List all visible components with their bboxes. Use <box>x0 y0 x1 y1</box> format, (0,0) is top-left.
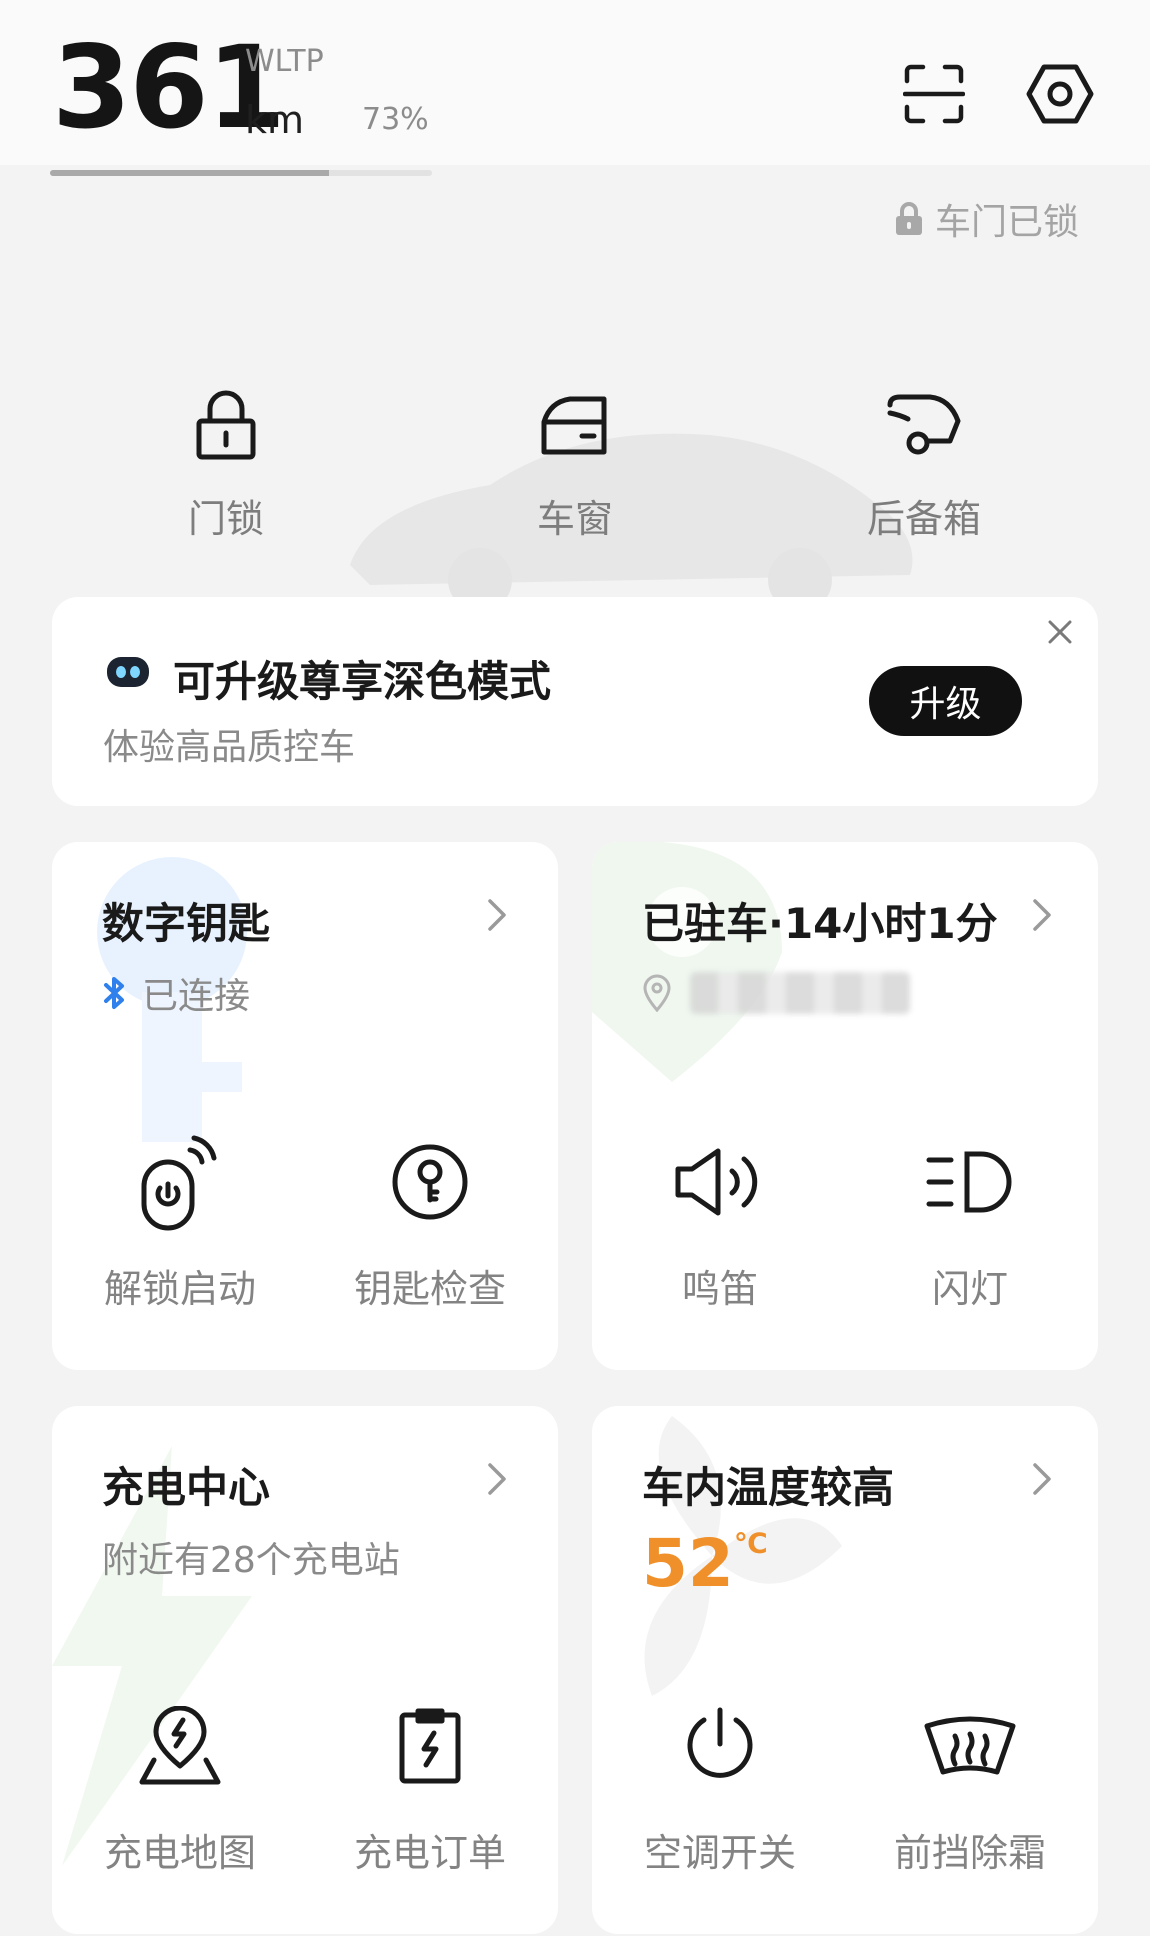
key-check-button[interactable]: 钥匙检查 <box>330 1132 530 1313</box>
battery-bar <box>50 170 432 176</box>
trunk-icon <box>887 394 961 455</box>
card-title: 数字钥匙 <box>102 899 271 948</box>
cabin-temperature: 52℃ <box>642 1524 768 1604</box>
scan-icon <box>903 64 965 124</box>
door-status: 车门已锁 <box>895 193 1079 245</box>
action-label: 空调开关 <box>643 1831 796 1875</box>
horn-button[interactable]: 鸣笛 <box>620 1132 820 1313</box>
parking-card[interactable]: 已驻车·14小时1分 鸣笛 闪灯 <box>592 842 1098 1370</box>
charge-map-icon <box>139 1706 221 1785</box>
chevron-right-icon[interactable] <box>477 890 517 940</box>
map-pin-watermark-icon <box>592 842 782 1082</box>
ac-power-button[interactable]: 空调开关 <box>620 1696 820 1877</box>
quick-control-label: 后备箱 <box>866 497 981 541</box>
charge-map-button[interactable]: 充电地图 <box>80 1696 280 1877</box>
action-label: 充电订单 <box>353 1831 506 1875</box>
quick-control-window[interactable]: 车窗 <box>485 380 665 543</box>
action-label: 鸣笛 <box>681 1267 758 1311</box>
parking-location-redacted <box>690 972 910 1014</box>
quick-control-label: 门锁 <box>187 497 264 541</box>
front-defrost-button[interactable]: 前挡除霜 <box>870 1696 1070 1877</box>
charge-order-icon <box>399 1708 461 1784</box>
battery-percent: 73% <box>362 102 429 137</box>
quick-control-door-lock[interactable]: 门锁 <box>136 380 316 543</box>
lock-icon <box>896 202 922 235</box>
settings-button[interactable] <box>1020 54 1100 134</box>
action-label: 解锁启动 <box>103 1267 256 1311</box>
card-title: 充电中心 <box>102 1463 271 1512</box>
key-connection-status: 已连接 <box>102 967 250 1019</box>
range-standard: WLTP <box>245 44 324 79</box>
remote-start-icon <box>141 1135 217 1231</box>
flash-lights-button[interactable]: 闪灯 <box>870 1132 1070 1313</box>
action-label: 充电地图 <box>103 1831 256 1875</box>
temperature-unit: ℃ <box>733 1527 768 1560</box>
nearby-stations-text: 附近有28个充电站 <box>102 1540 400 1581</box>
charging-center-card[interactable]: 充电中心 附近有28个充电站 充电地图 充电订单 <box>52 1406 558 1934</box>
battery-bar-fill <box>50 170 329 176</box>
promo-title: 可升级尊享深色模式 <box>173 657 552 706</box>
cabin-temperature-value: 52 <box>642 1525 734 1602</box>
location-pin-icon <box>643 974 671 1012</box>
charge-order-button[interactable]: 充电订单 <box>330 1696 530 1877</box>
card-title: 已驻车·14小时1分 <box>642 899 998 948</box>
cabin-climate-card[interactable]: 车内温度较高 52℃ 空调开关 前挡除霜 <box>592 1406 1098 1934</box>
scan-button[interactable] <box>894 54 974 134</box>
close-icon <box>1048 620 1072 644</box>
bluetooth-icon <box>104 977 124 1009</box>
headlight-icon <box>926 1151 1012 1213</box>
key-check-icon <box>392 1144 468 1220</box>
upgrade-button[interactable]: 升级 <box>869 666 1022 736</box>
car-window-icon <box>541 396 607 455</box>
action-label: 闪灯 <box>931 1267 1008 1311</box>
horn-icon <box>675 1148 758 1216</box>
brand-bot-icon <box>107 657 149 687</box>
quick-control-trunk[interactable]: 后备箱 <box>834 380 1014 543</box>
range-unit: km <box>245 98 305 142</box>
card-title: 车内温度较高 <box>642 1463 895 1512</box>
key-status-label: 已连接 <box>142 976 251 1017</box>
digital-key-card[interactable]: 数字钥匙 已连接 解锁启动 钥匙检查 <box>52 842 558 1370</box>
unlock-start-button[interactable]: 解锁启动 <box>80 1132 280 1313</box>
promo-close-button[interactable] <box>1040 612 1080 652</box>
promo-subtitle: 体验高品质控车 <box>103 727 356 768</box>
quick-control-label: 车窗 <box>536 497 613 541</box>
defrost-icon <box>924 1716 1016 1775</box>
door-status-label: 车门已锁 <box>935 202 1080 243</box>
power-icon <box>687 1707 753 1778</box>
padlock-icon <box>196 390 256 460</box>
chevron-right-icon[interactable] <box>1022 890 1062 940</box>
chevron-right-icon[interactable] <box>1022 1454 1062 1504</box>
action-label: 前挡除霜 <box>893 1831 1046 1875</box>
action-label: 钥匙检查 <box>353 1267 506 1311</box>
chevron-right-icon[interactable] <box>477 1454 517 1504</box>
settings-hex-icon <box>1026 64 1094 124</box>
